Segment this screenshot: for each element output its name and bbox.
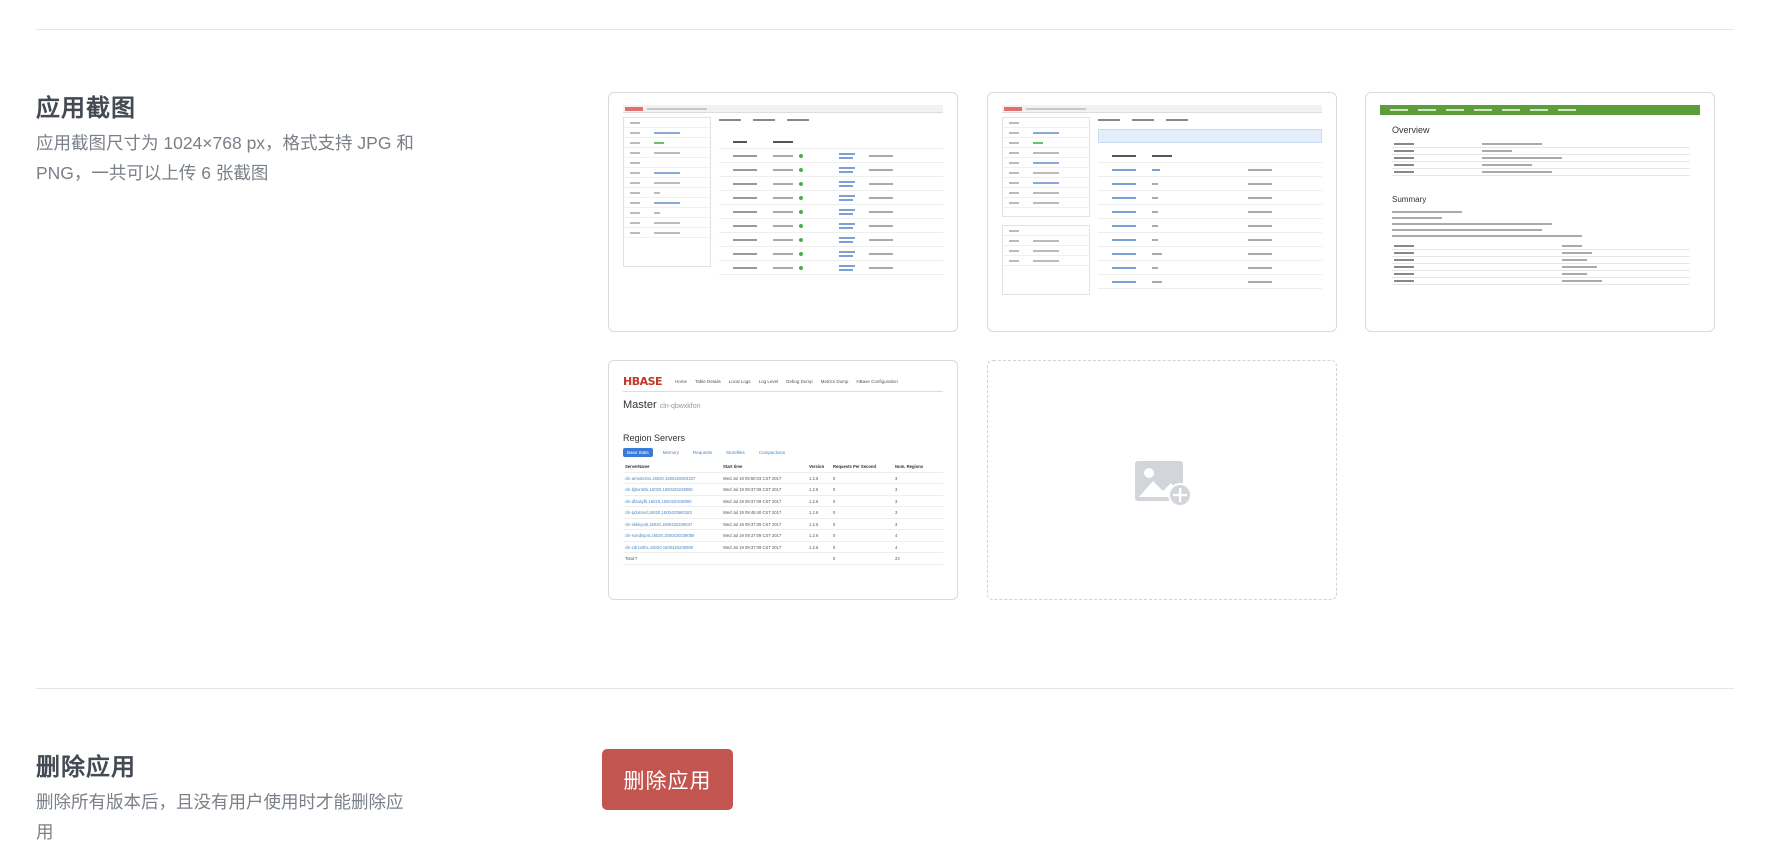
hbase-stat-pills: Base Stats Memory Requests Storefiles Compac… [623, 448, 795, 457]
screenshot-image-4: HBASE Home Table Details Local Logs Log Lev… [623, 373, 943, 587]
hbase-region-servers-title: Region Servers [623, 433, 686, 443]
delete-section-title: 删除应用 [36, 754, 136, 781]
screenshot-image-2 [1002, 105, 1322, 319]
screenshots-section-title: 应用截图 [36, 95, 136, 122]
top-divider [36, 29, 1734, 30]
screenshot-image-1 [623, 105, 943, 319]
upload-screenshot-placeholder[interactable] [987, 360, 1337, 600]
section-divider [36, 688, 1734, 689]
hdfs-overview-heading: Overview [1392, 125, 1430, 135]
screenshot-thumbnail-1[interactable] [608, 92, 958, 332]
screenshot-thumbnail-4[interactable]: HBASE Home Table Details Local Logs Log Lev… [608, 360, 958, 600]
hbase-nav: Home Table Details Local Logs Log Level Debu… [675, 379, 898, 384]
delete-section-description: 删除所有版本后，且没有用户使用时才能删除应用 [36, 792, 404, 842]
hdfs-summary-heading: Summary [1392, 195, 1427, 204]
hbase-master-title: Master cln-qbwxkfon [623, 399, 701, 411]
delete-app-button[interactable]: 删除应用 [602, 749, 733, 810]
hbase-region-table: ServerName Start time Version Requests P… [623, 461, 943, 565]
screenshot-thumbnail-3[interactable]: Overview Summary [1365, 92, 1715, 332]
screenshot-image-3: Overview Summary [1380, 105, 1700, 319]
hbase-logo: HBASE [623, 375, 663, 388]
screenshots-section-description: 应用截图尺寸为 1024×768 px，格式支持 JPG 和 PNG，一共可以上… [36, 133, 414, 183]
image-add-icon [1135, 461, 1192, 507]
screenshot-thumbnail-2[interactable] [987, 92, 1337, 332]
